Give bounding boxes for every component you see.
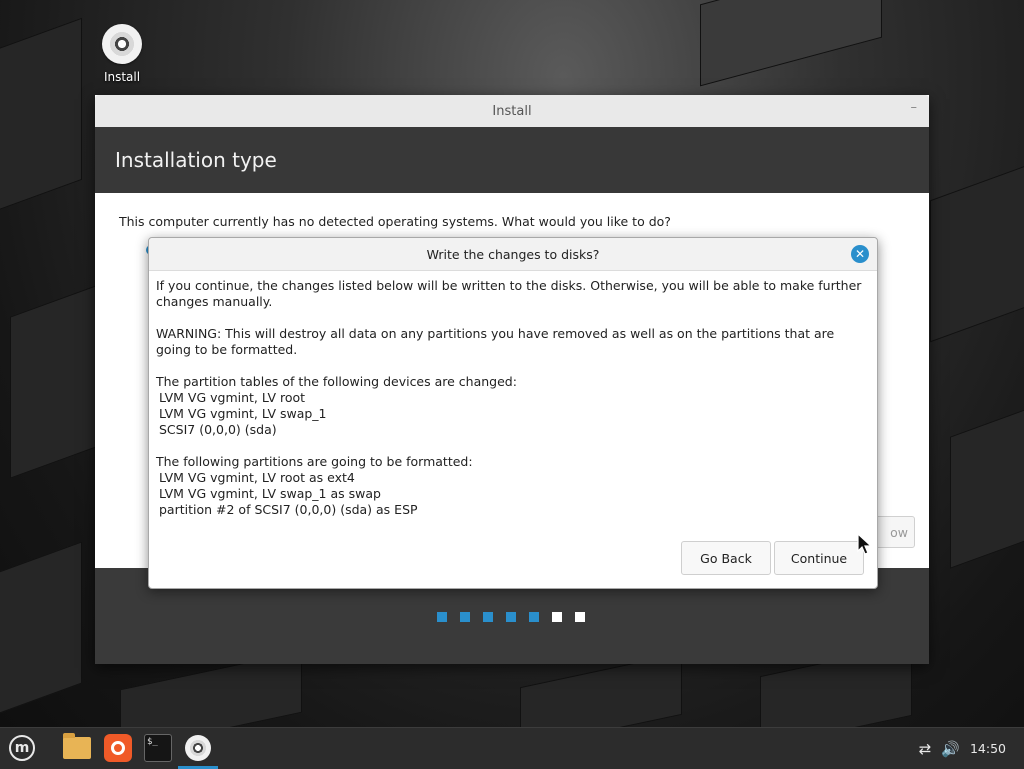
menu-button[interactable]: m	[6, 732, 38, 764]
mouse-cursor-icon	[857, 533, 873, 555]
progress-dots	[437, 612, 585, 622]
format-item: partition #2 of SCSI7 (0,0,0) (sda) as E…	[159, 502, 418, 517]
continue-button[interactable]: Continue	[774, 541, 864, 575]
partition-table-item: LVM VG vgmint, LV root	[159, 390, 306, 405]
progress-step	[483, 612, 493, 622]
format-item: LVM VG vgmint, LV root as ext4	[159, 470, 355, 485]
format-heading: The following partitions are going to be…	[156, 454, 473, 469]
folder-icon	[63, 733, 91, 759]
progress-step	[575, 612, 585, 622]
go-back-button[interactable]: Go Back	[681, 541, 771, 575]
dialog-titlebar: Write the changes to disks? ✕	[149, 238, 877, 271]
disc-icon	[185, 735, 211, 761]
progress-step	[506, 612, 516, 622]
page-title: Installation type	[115, 148, 277, 172]
progress-step	[552, 612, 562, 622]
taskbar-firefox[interactable]	[102, 732, 134, 764]
dialog-title: Write the changes to disks?	[426, 246, 600, 262]
partition-table-item: SCSI7 (0,0,0) (sda)	[159, 422, 277, 437]
desktop-install-icon[interactable]: Install	[96, 24, 148, 84]
partition-tables-heading: The partition tables of the following de…	[156, 374, 517, 389]
window-title: Install	[492, 103, 532, 119]
window-titlebar[interactable]: Install –	[95, 95, 929, 127]
taskbar-install[interactable]	[182, 732, 214, 764]
install-now-label: ow	[890, 524, 908, 540]
terminal-icon: $_	[144, 734, 172, 762]
mint-logo-icon: m	[9, 735, 35, 761]
dialog-intro: If you continue, the changes listed belo…	[156, 278, 862, 309]
format-item: LVM VG vgmint, LV swap_1 as swap	[159, 486, 381, 501]
taskbar-terminal[interactable]: $_	[142, 732, 174, 764]
partition-table-item: LVM VG vgmint, LV swap_1	[159, 406, 327, 421]
system-tray: ⇄ 🔊 14:50	[919, 728, 1024, 769]
desktop-icon-label: Install	[103, 70, 141, 84]
taskbar-files[interactable]	[61, 732, 93, 764]
partition-tables-section: The partition tables of the following de…	[156, 374, 872, 438]
disc-icon	[102, 24, 142, 64]
minimize-button[interactable]: –	[911, 100, 918, 115]
progress-step	[529, 612, 539, 622]
write-changes-dialog: Write the changes to disks? ✕ If you con…	[148, 237, 878, 589]
progress-step	[460, 612, 470, 622]
network-disconnected-icon[interactable]: ⇄	[919, 740, 932, 758]
progress-step	[437, 612, 447, 622]
firefox-icon	[104, 734, 132, 762]
clock[interactable]: 14:50	[970, 741, 1006, 756]
volume-icon[interactable]: 🔊	[941, 740, 960, 758]
page-header: Installation type	[95, 127, 929, 193]
taskbar: m $_ ⇄ 🔊 14:50	[0, 727, 1024, 769]
dialog-body: If you continue, the changes listed belo…	[156, 278, 872, 534]
dialog-warning: WARNING: This will destroy all data on a…	[156, 326, 835, 357]
install-question: This computer currently has no detected …	[119, 214, 671, 229]
close-icon[interactable]: ✕	[851, 245, 869, 263]
format-section: The following partitions are going to be…	[156, 454, 872, 518]
